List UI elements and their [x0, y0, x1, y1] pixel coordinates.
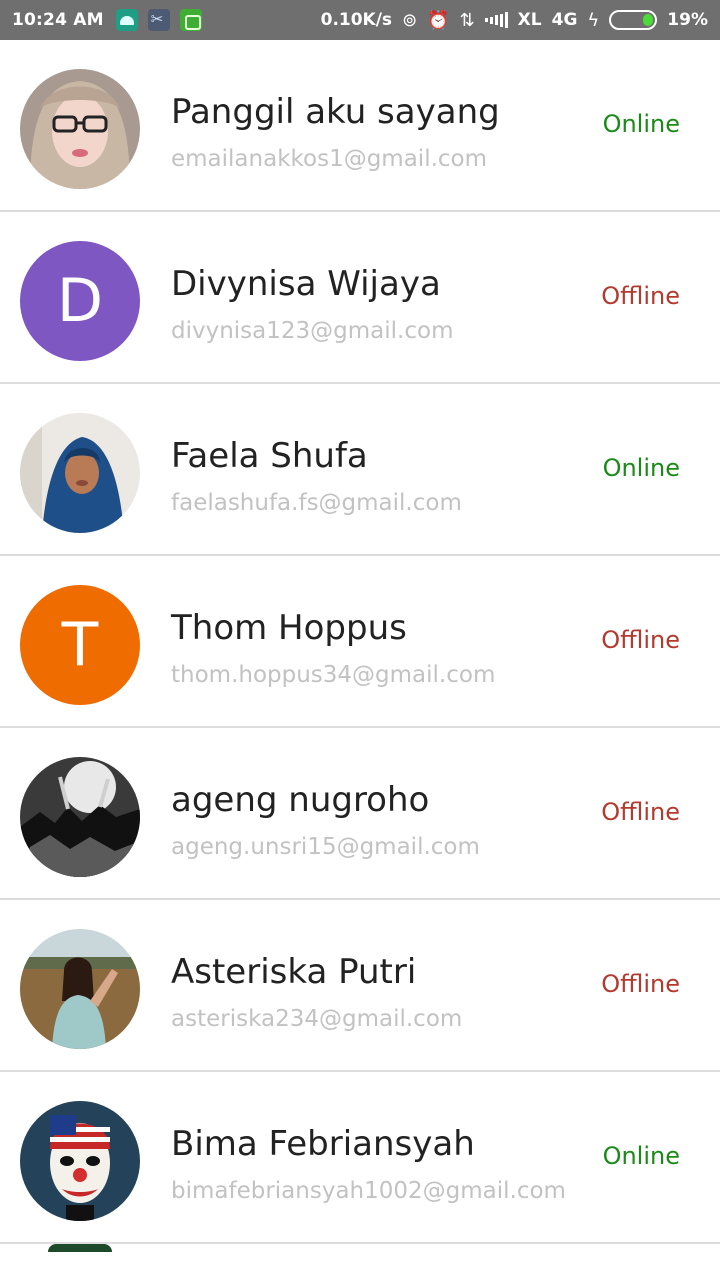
- bot-icon: [179, 9, 202, 31]
- status-bar: 10:24 AM 0.10K/s ⊚ ⏰ ⇅ XL 4G ϟ 19%: [0, 0, 720, 40]
- contact-name: Asteriska Putri: [171, 952, 417, 992]
- contact-email: asteriska234@gmail.com: [171, 1006, 463, 1032]
- contact-row[interactable]: Asteriska Putri asteriska234@gmail.com O…: [0, 900, 720, 1072]
- contact-name: Panggil aku sayang: [171, 92, 500, 132]
- avatar: T: [20, 585, 140, 705]
- status-label: Online: [602, 454, 680, 482]
- avatar: D: [20, 241, 140, 361]
- contact-row[interactable]: Faela Shufa faelashufa.fs@gmail.com Onli…: [0, 384, 720, 556]
- status-label: Offline: [601, 970, 680, 998]
- contact-list: Panggil aku sayang emailanakkos1@gmail.c…: [0, 40, 720, 1284]
- woman-glasses-photo-icon: [20, 69, 140, 189]
- status-label: Online: [602, 110, 680, 138]
- net-speed: 0.10K/s: [320, 10, 393, 30]
- contact-row[interactable]: Bima Febriansyah bimafebriansyah1002@gma…: [0, 1072, 720, 1244]
- hotspot-icon: ⊚: [402, 9, 418, 31]
- status-bar-left: 10:24 AM: [12, 0, 212, 40]
- battery-icon: [609, 10, 658, 30]
- contact-row[interactable]: Panggil aku sayang emailanakkos1@gmail.c…: [0, 40, 720, 212]
- contact-name: ageng nugroho: [171, 780, 430, 820]
- scissors-icon: [147, 9, 170, 31]
- woman-hijab-photo-icon: [20, 413, 140, 533]
- avatar: [20, 69, 140, 189]
- network-type: 4G: [551, 10, 578, 30]
- charging-icon: ϟ: [587, 9, 600, 31]
- carrier-label: XL: [517, 10, 542, 30]
- contact-name: Faela Shufa: [171, 436, 368, 476]
- avatar: [20, 413, 140, 533]
- data-transfer-icon: ⇅: [459, 9, 475, 31]
- contact-name: Divynisa Wijaya: [171, 264, 441, 304]
- alarm-icon: ⏰: [427, 9, 450, 31]
- avatar: [20, 757, 140, 877]
- contact-row[interactable]: D Divynisa Wijaya divynisa123@gmail.com …: [0, 212, 720, 384]
- avatar: [48, 1244, 112, 1252]
- clown-mask-photo-icon: [20, 1101, 140, 1221]
- status-bar-right: 0.10K/s ⊚ ⏰ ⇅ XL 4G ϟ 19%: [311, 0, 708, 40]
- concert-crowd-photo-icon: [20, 757, 140, 877]
- contact-email: thom.hoppus34@gmail.com: [171, 662, 496, 688]
- android-icon: [115, 9, 138, 31]
- contact-row[interactable]: ageng nugroho ageng.unsri15@gmail.com Of…: [0, 728, 720, 900]
- battery-percent: 19%: [667, 10, 708, 30]
- signal-icon: [484, 12, 508, 28]
- status-label: Offline: [601, 798, 680, 826]
- avatar: [20, 929, 140, 1049]
- contact-email: ageng.unsri15@gmail.com: [171, 834, 480, 860]
- battery-fill: [643, 14, 654, 26]
- contact-name: Bima Febriansyah: [171, 1124, 475, 1164]
- avatar-letter: D: [56, 266, 104, 336]
- contact-name: Thom Hoppus: [171, 608, 407, 648]
- contact-row-partial[interactable]: [0, 1244, 720, 1284]
- status-label: Offline: [601, 282, 680, 310]
- status-label: Online: [602, 1142, 680, 1170]
- status-label: Offline: [601, 626, 680, 654]
- contact-email: divynisa123@gmail.com: [171, 318, 454, 344]
- avatar-letter: T: [61, 610, 99, 680]
- avatar: [20, 1101, 140, 1221]
- contact-row[interactable]: T Thom Hoppus thom.hoppus34@gmail.com Of…: [0, 556, 720, 728]
- clock: 10:24 AM: [12, 10, 104, 30]
- contact-email: bimafebriansyah1002@gmail.com: [171, 1178, 566, 1204]
- woman-outdoor-photo-icon: [20, 929, 140, 1049]
- contact-email: faelashufa.fs@gmail.com: [171, 490, 462, 516]
- contact-email: emailanakkos1@gmail.com: [171, 146, 488, 172]
